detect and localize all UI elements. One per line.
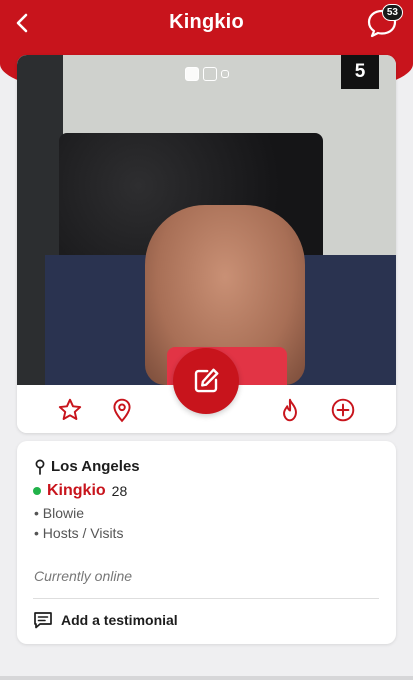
username[interactable]: Kingkio bbox=[47, 482, 106, 500]
edit-button[interactable] bbox=[173, 348, 239, 414]
flame-icon bbox=[283, 398, 297, 422]
map-button[interactable] bbox=[109, 397, 135, 423]
photo-count-badge: 5 bbox=[341, 55, 379, 89]
online-indicator bbox=[33, 487, 41, 495]
message-square-icon bbox=[34, 612, 52, 629]
user-line: Kingkio 28 bbox=[33, 482, 127, 500]
add-testimonial-label: Add a testimonial bbox=[61, 612, 178, 628]
age: 28 bbox=[111, 483, 128, 499]
edit-icon bbox=[194, 368, 219, 393]
plus-circle-icon bbox=[331, 398, 355, 422]
profile-card: 5 bbox=[17, 55, 396, 433]
divider bbox=[33, 598, 379, 599]
pagination-dot[interactable] bbox=[202, 67, 217, 81]
location-row: Los Angeles bbox=[33, 458, 140, 475]
tag-item: • Hosts / Visits bbox=[34, 525, 124, 541]
chat-button[interactable]: 53 bbox=[365, 4, 403, 40]
app-header: Kingkio 53 bbox=[0, 0, 413, 46]
tag-item: • Blowie bbox=[34, 505, 85, 521]
location-label: Los Angeles bbox=[51, 458, 140, 475]
pagination-dot-active[interactable] bbox=[184, 67, 199, 81]
add-button[interactable] bbox=[330, 397, 356, 423]
location-pin-icon bbox=[35, 459, 45, 475]
hot-button[interactable] bbox=[277, 397, 303, 423]
map-pin-icon bbox=[113, 398, 131, 423]
add-testimonial-button[interactable]: Add a testimonial bbox=[33, 611, 178, 629]
online-status: Currently online bbox=[34, 568, 133, 584]
profile-info-card: Los Angeles Kingkio 28 • Blowie • Hosts … bbox=[17, 441, 396, 644]
chat-count-badge: 53 bbox=[381, 4, 403, 21]
page-title: Kingkio bbox=[169, 11, 244, 33]
favorite-button[interactable] bbox=[57, 397, 83, 423]
star-icon bbox=[58, 398, 82, 420]
bottom-bar bbox=[0, 676, 413, 680]
pagination-dot-small[interactable] bbox=[220, 70, 229, 78]
photo-pagination bbox=[17, 67, 396, 81]
profile-photo[interactable]: 5 bbox=[17, 55, 396, 385]
